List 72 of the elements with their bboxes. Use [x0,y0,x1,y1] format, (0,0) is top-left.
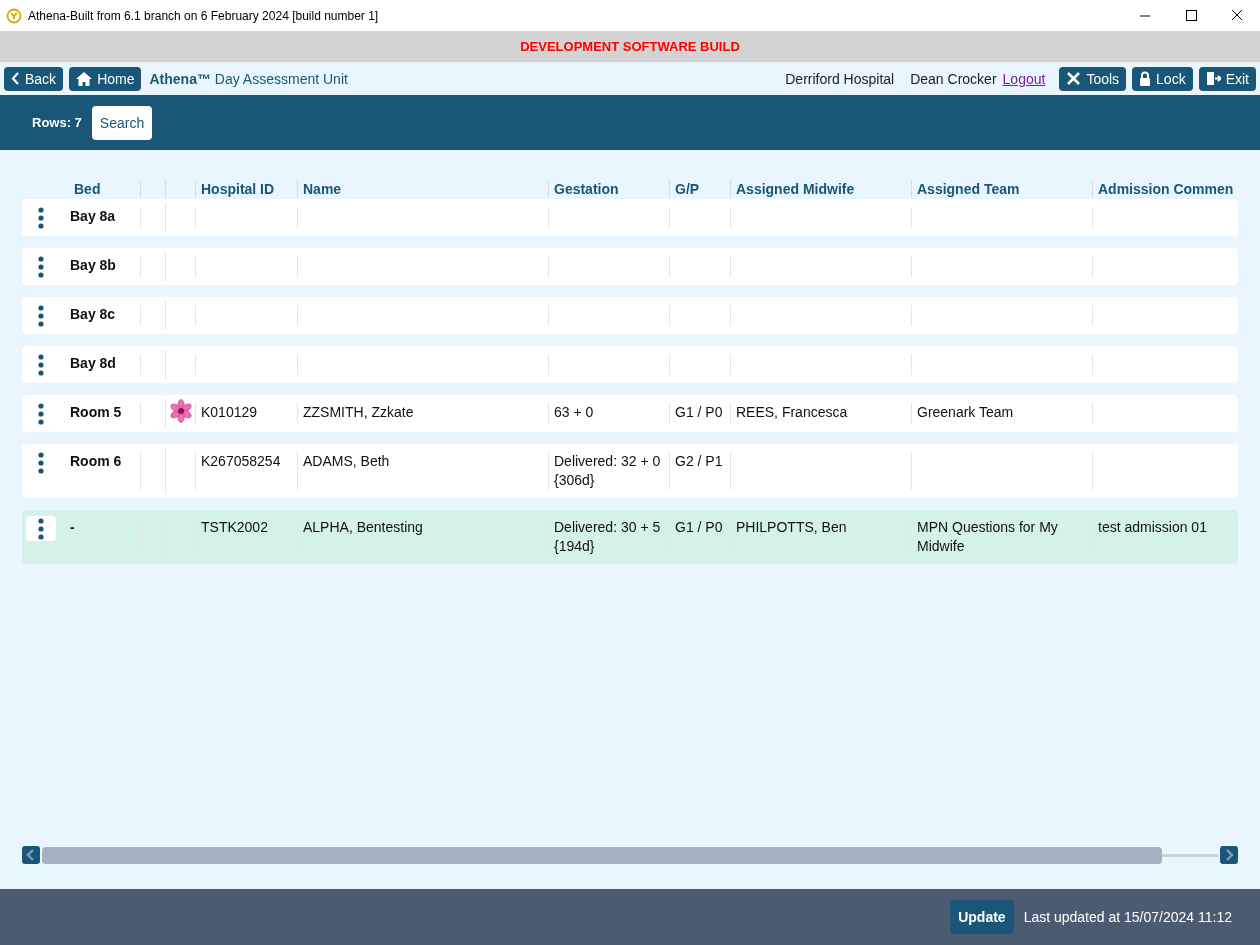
table-cell: Delivered: 32 + 0 {306d} [554,453,661,488]
exit-door-icon [1205,71,1221,86]
column-header[interactable]: G/P [669,180,730,198]
column-header[interactable]: Admission Commen [1092,180,1238,198]
row-menu-button[interactable] [26,516,56,541]
table-row[interactable]: Room 6 K267058254 ADAMS, Beth Delivered: 32 + 0 {306d} G2 / P1 [22,444,1238,498]
development-build-text: DEVELOPMENT SOFTWARE BUILD [520,39,740,54]
exit-button[interactable]: Exit [1198,66,1256,91]
column-header[interactable]: Assigned Midwife [730,180,911,198]
row-count: Rows: 7 [32,115,82,130]
scrollbar-thumb[interactable] [42,846,1162,864]
table-cell: G1 / P0 [675,404,723,420]
more-vertical-icon [38,255,44,278]
table-cell: ZZSMITH, Zzkate [303,404,414,420]
last-updated-text: Last updated at 15/07/2024 11:12 [1023,909,1232,925]
more-vertical-icon [38,517,44,540]
table-cell: ADAMS, Beth [303,453,390,469]
table-cell: REES, Francesca [736,404,848,420]
table-cell: MPN Questions for My Midwife [917,519,1058,554]
bed-cell: Bay 8c [70,306,116,322]
lock-icon [1139,71,1152,86]
table-row[interactable]: Bay 8d [22,346,1238,383]
home-icon [76,71,93,86]
update-button[interactable]: Update [950,900,1014,934]
table-row[interactable]: Room 5 K010129 ZZSMITH, Zzkate 63 + 0 G1 / P0 REES, Francesca Greenark Team [22,395,1238,432]
logout-link[interactable]: Logout [1002,70,1046,87]
more-vertical-icon [38,206,44,229]
column-header[interactable]: Gestation [548,180,669,198]
flower-icon [168,399,193,423]
more-vertical-icon [38,402,44,425]
bed-cell: - [70,519,75,535]
table-cell: ALPHA, Bentesting [303,519,423,535]
table-row[interactable]: - TSTK2002 ALPHA, Bentesting Delivered: 30 + 5 {194d} G1 / P0 PHILPOTTS, Ben MPN Questions for My Midwife test admission 01 [22,510,1238,564]
table-cell: test admission 01 [1098,519,1207,535]
app-title: Athena™ Day Assessment Unit [149,70,349,87]
table-cell: G1 / P0 [675,519,723,535]
home-button[interactable]: Home [69,66,142,91]
more-vertical-icon [38,451,44,474]
bed-cell: Bay 8b [70,257,116,273]
scroll-left-icon[interactable] [22,846,40,864]
bed-cell: Room 5 [70,404,122,420]
table-row[interactable]: Bay 8b [22,248,1238,285]
scroll-right-icon[interactable] [1220,846,1238,864]
table-cell: K010129 [201,404,258,420]
bed-cell: Room 6 [70,453,122,469]
table-row[interactable]: Bay 8c [22,297,1238,334]
bed-cell: Bay 8a [70,208,116,224]
more-vertical-icon [38,353,44,376]
column-header[interactable]: Name [297,180,548,198]
column-header[interactable]: Bed [60,180,140,198]
bed-cell: Bay 8d [70,355,116,371]
column-header[interactable]: Assigned Team [911,180,1092,198]
chevron-left-icon [11,72,20,85]
table-cell: Delivered: 30 + 5 {194d} [554,519,661,554]
tools-button[interactable]: Tools [1059,66,1127,91]
table-cell: G2 / P1 [675,453,723,469]
table-row[interactable]: Bay 8a [22,199,1238,236]
table-cell: 63 + 0 [554,404,594,420]
column-header[interactable]: Hospital ID [195,180,297,198]
table-cell: Greenark Team [917,404,1014,420]
table-cell: K267058254 [201,453,281,469]
tools-icon [1066,71,1082,86]
table-cell: PHILPOTTS, Ben [736,519,847,535]
user-name: Dean Crocker [910,70,997,87]
app-logo-icon [6,7,22,24]
search-button[interactable]: Search [91,105,153,140]
table-cell: TSTK2002 [201,519,268,535]
lock-button[interactable]: Lock [1132,66,1193,91]
hospital-name: Derriford Hospital [785,70,895,87]
window-title: Athena-Built from 6.1 branch on 6 February 2024 [build number 1] [28,8,380,23]
more-vertical-icon [38,304,44,327]
back-button[interactable]: Back [4,66,64,91]
